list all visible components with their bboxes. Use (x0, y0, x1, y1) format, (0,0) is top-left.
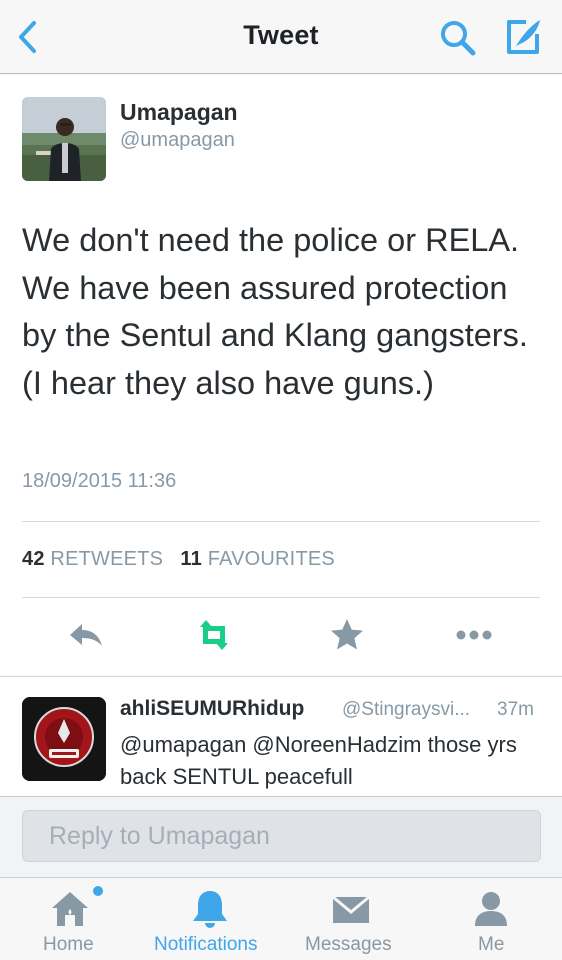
favourite-star-icon[interactable] (327, 615, 367, 655)
retweet-icon[interactable] (194, 615, 234, 655)
tab-messages[interactable]: Messages (280, 878, 420, 960)
reply-author-handle[interactable]: @Stingraysvi... (342, 699, 470, 721)
tab-home[interactable]: Home (0, 878, 140, 960)
divider (22, 521, 540, 522)
retweet-count-link[interactable]: 42 RETWEETS (22, 548, 163, 570)
tab-bar: Home Notifications Messages Me (0, 877, 562, 960)
envelope-icon (329, 888, 373, 930)
tab-label-me: Me (478, 934, 505, 955)
tab-label-notifications: Notifications (154, 934, 258, 955)
home-icon (48, 888, 92, 930)
favourite-count-link[interactable]: 11 FAVOURITES (180, 548, 335, 570)
reply-tweet[interactable]: ahliSEUMURhidup @Stingraysvi... 37m @uma… (0, 676, 562, 796)
tab-label-messages: Messages (305, 934, 392, 955)
home-unread-dot (93, 886, 103, 896)
reply-text: @umapagan @NoreenHadzim those yrs back S… (120, 732, 517, 789)
display-name[interactable]: Umapagan (120, 99, 238, 126)
retweet-label: RETWEETS (50, 548, 164, 570)
more-options-icon[interactable] (454, 615, 494, 655)
compose-tweet-icon[interactable] (502, 16, 544, 58)
search-icon[interactable] (438, 18, 478, 58)
avatar[interactable] (22, 97, 106, 181)
tab-me[interactable]: Me (420, 878, 562, 960)
tab-label-home: Home (43, 934, 94, 955)
engagement-stats: 42 RETWEETS 11 FAVOURITES (22, 548, 335, 571)
person-icon (469, 888, 513, 930)
tweet-detail: Umapagan @umapagan We don't need the pol… (0, 75, 562, 675)
tab-notifications[interactable]: Notifications (140, 878, 280, 960)
retweet-count: 42 (22, 548, 45, 570)
tweet-text: We don't need the police or RELA. We hav… (22, 222, 528, 401)
screen-name[interactable]: @umapagan (120, 129, 235, 152)
divider (22, 597, 540, 598)
reply-input[interactable] (22, 810, 541, 862)
tweet-timestamp: 18/09/2015 11:36 (22, 470, 177, 492)
navigation-bar: Tweet (0, 0, 562, 74)
reply-avatar[interactable] (22, 697, 106, 781)
reply-time: 37m (497, 699, 534, 720)
reply-icon[interactable] (66, 615, 106, 655)
favourite-count: 11 (180, 548, 202, 570)
reply-author-name[interactable]: ahliSEUMURhidup (120, 697, 304, 721)
bell-icon (188, 888, 232, 930)
reply-composer-bar (0, 796, 562, 876)
favourite-label: FAVOURITES (207, 548, 335, 570)
